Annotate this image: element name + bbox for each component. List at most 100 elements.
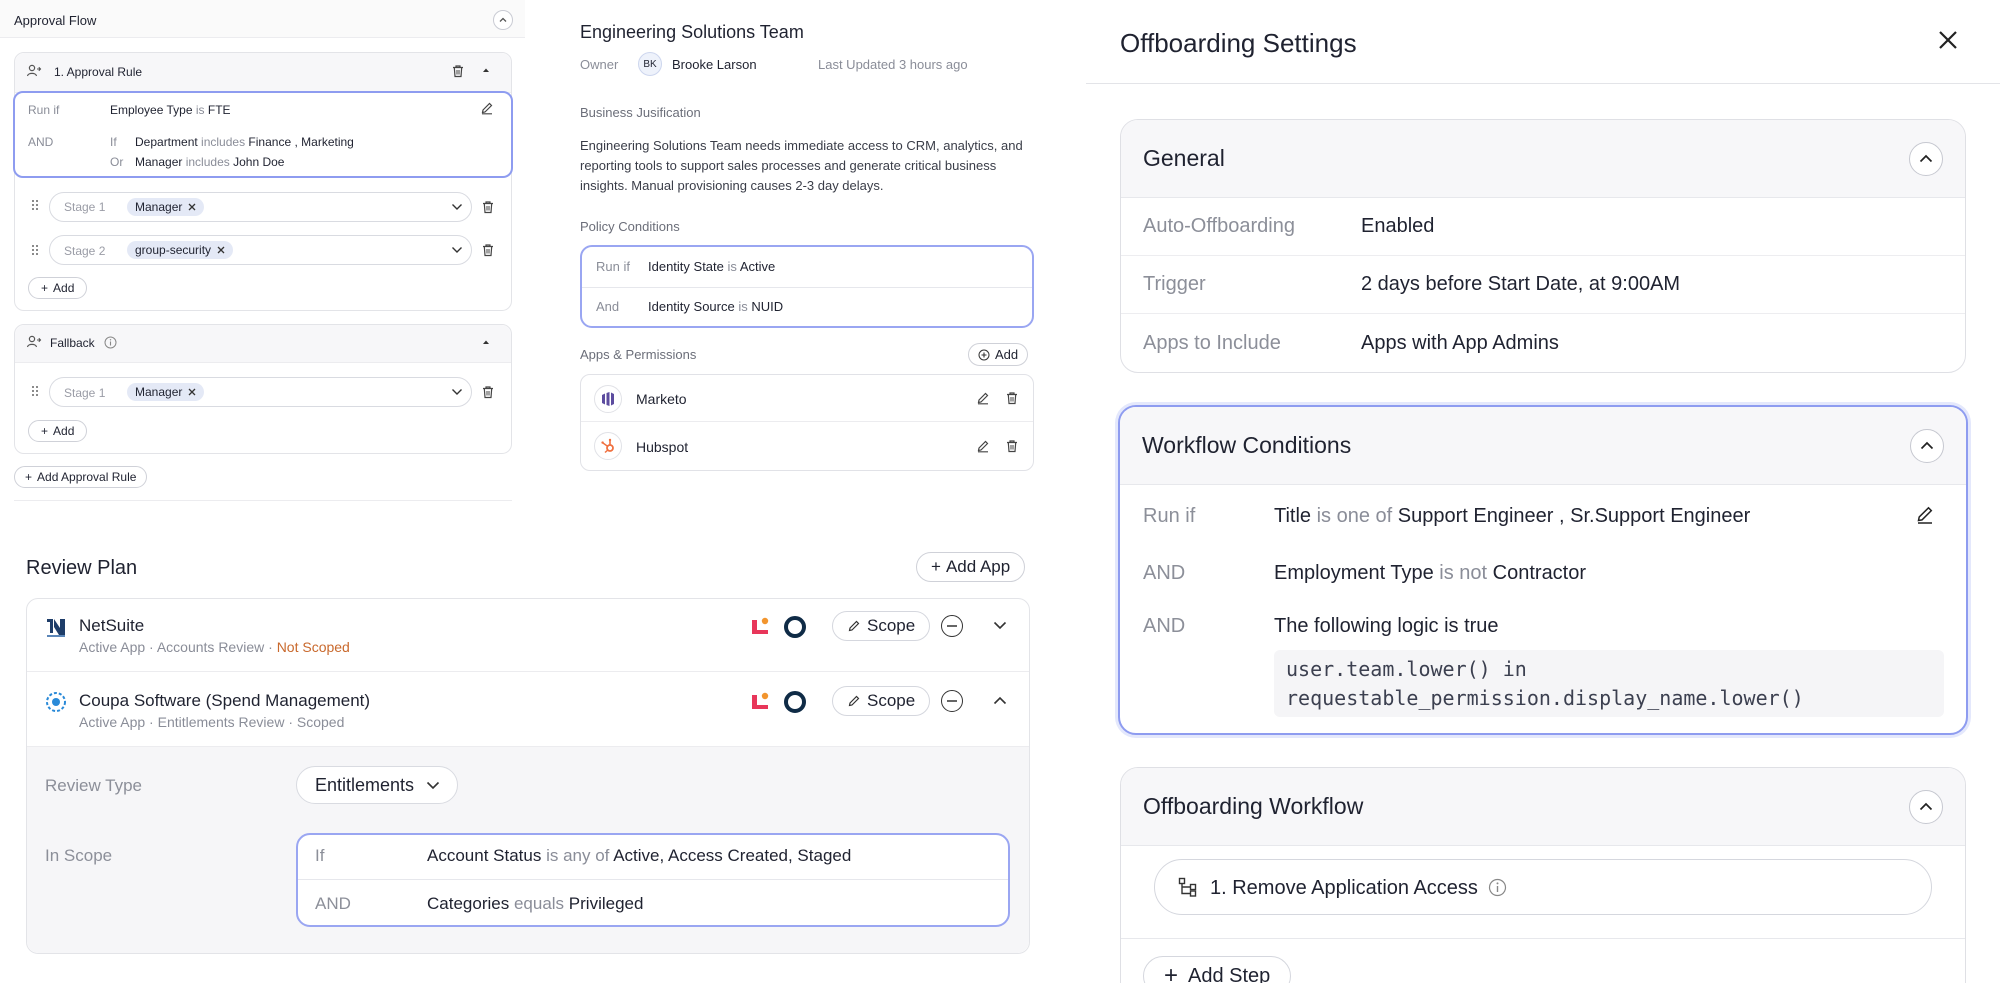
chip-label: Manager xyxy=(135,385,183,399)
trash-icon xyxy=(453,65,463,78)
add-step-label: Add Step xyxy=(1188,964,1271,983)
add-fallback-stage-button[interactable]: + Add xyxy=(28,420,88,442)
remove-app-button[interactable] xyxy=(941,690,963,712)
run-if-label: Run if xyxy=(1143,505,1196,527)
edit-condition-button[interactable] xyxy=(480,101,494,115)
condition-field: Identity Source xyxy=(648,299,735,314)
delete-app-button[interactable] xyxy=(1005,391,1019,405)
scope-button[interactable]: Scope xyxy=(832,611,931,641)
meta-separator: · xyxy=(149,639,154,655)
plus-icon: + xyxy=(1164,962,1179,983)
collapse-app-button[interactable] xyxy=(993,696,1007,705)
row-value: 2 days before Start Date, at 9:00AM xyxy=(1361,273,1681,295)
delete-stage-button[interactable] xyxy=(481,243,495,257)
condition-field: Categories xyxy=(427,894,510,913)
row-label: Apps to Include xyxy=(1143,331,1281,354)
pencil-icon xyxy=(977,440,989,453)
scope-button[interactable]: Scope xyxy=(832,686,931,716)
app-meta: Active App · Accounts Review · Not Scope… xyxy=(79,639,350,655)
delete-rule-button[interactable] xyxy=(451,64,465,78)
edit-app-button[interactable] xyxy=(976,439,990,453)
department-condition: Department includes Finance , Marketing xyxy=(135,135,354,149)
condition-value: NUID xyxy=(751,299,784,314)
condition-operator: is xyxy=(727,259,737,274)
add-label: Add xyxy=(53,281,75,295)
stage-2-select[interactable] xyxy=(49,235,472,265)
chevron-down-icon[interactable] xyxy=(451,203,463,211)
edit-condition-button[interactable] xyxy=(1915,505,1935,525)
chevron-down-icon[interactable] xyxy=(451,388,463,396)
add-approval-rule-button[interactable]: + Add Approval Rule xyxy=(14,466,148,488)
delete-stage-button[interactable] xyxy=(481,200,495,214)
condition-field: Employee Type xyxy=(110,103,193,117)
run-if-label: Run if xyxy=(28,103,60,117)
meta-separator: · xyxy=(149,714,154,730)
scope-condition: Categories equals Privileged xyxy=(427,894,643,914)
approver-chip: Manager xyxy=(127,198,205,216)
fallback-stage-select[interactable] xyxy=(49,377,472,407)
drag-handle-icon[interactable] xyxy=(31,385,39,397)
info-icon[interactable] xyxy=(1488,878,1507,897)
title-condition: Title is one of Support Engineer , Sr.Su… xyxy=(1274,505,1750,528)
stage-label: Stage 1 xyxy=(64,200,106,214)
delete-app-button[interactable] xyxy=(1005,439,1019,453)
condition-value: Privileged xyxy=(568,894,644,913)
add-stage-button[interactable]: + Add xyxy=(28,277,88,299)
code-line: user.team.lower() in xyxy=(1286,657,1527,681)
scope-label: AND xyxy=(315,894,351,913)
review-type: Accounts Review xyxy=(156,639,265,655)
close-icon xyxy=(1939,31,1957,49)
add-app-button[interactable]: + Add App xyxy=(916,552,1026,582)
plus-icon: + xyxy=(931,557,941,576)
delete-stage-button[interactable] xyxy=(481,385,495,399)
collapse-general-button[interactable] xyxy=(1909,141,1943,176)
collapse-fallback-button[interactable] xyxy=(481,338,491,346)
collapse-rule-button[interactable] xyxy=(481,66,491,74)
add-label: Add xyxy=(53,424,75,438)
condition-value: Finance xyxy=(248,135,292,149)
chip-label: group-security xyxy=(135,243,212,257)
marketo-logo-icon xyxy=(594,385,622,413)
divider xyxy=(298,879,1008,880)
drag-handle-icon[interactable] xyxy=(31,244,39,256)
collapse-workflow-button[interactable] xyxy=(1909,789,1943,824)
review-type-select[interactable]: Entitlements xyxy=(296,766,458,804)
add-app-permission-button[interactable]: Add xyxy=(968,343,1029,366)
drag-handle-icon[interactable] xyxy=(31,199,39,211)
lucid-logo-icon xyxy=(750,691,770,711)
add-step-button[interactable]: + Add Step xyxy=(1143,956,1292,983)
caret-up-icon xyxy=(483,340,489,344)
divider xyxy=(582,287,1032,288)
app-name: Marketo xyxy=(636,391,687,407)
remove-chip-icon[interactable] xyxy=(188,388,196,396)
close-button[interactable] xyxy=(1938,30,1958,50)
pencil-icon xyxy=(847,694,861,708)
okta-logo-icon xyxy=(784,616,806,638)
app-name: NetSuite xyxy=(79,616,145,635)
edit-app-button[interactable] xyxy=(976,391,990,405)
stage-1-select[interactable] xyxy=(49,192,472,222)
remove-app-button[interactable] xyxy=(941,615,963,637)
add-app-label: Add App xyxy=(945,557,1011,576)
review-type: Entitlements Review xyxy=(157,714,285,730)
auto-offboarding-row: Auto-Offboarding Enabled xyxy=(1121,198,1965,256)
meta-separator: · xyxy=(288,714,293,730)
collapse-approval-flow-button[interactable] xyxy=(493,10,513,30)
meta-separator: · xyxy=(268,639,273,655)
policy-label: And xyxy=(596,299,620,314)
stage-label: Stage 1 xyxy=(64,386,106,400)
remove-chip-icon[interactable] xyxy=(188,203,196,211)
collapse-conditions-button[interactable] xyxy=(1910,428,1944,463)
remove-chip-icon[interactable] xyxy=(217,246,225,254)
policy-condition: Identity Source is NUID xyxy=(648,299,783,314)
chevron-down-icon[interactable] xyxy=(451,246,463,254)
scope-label: Scope xyxy=(867,616,916,635)
info-icon[interactable] xyxy=(104,336,117,349)
minus-icon xyxy=(947,700,957,702)
condition-value: Support Engineer xyxy=(1397,505,1554,527)
hubspot-logo-icon xyxy=(594,432,622,460)
row-value: Apps with App Admins xyxy=(1361,331,1559,354)
expand-app-button[interactable] xyxy=(993,621,1007,630)
fallback-title: Fallback xyxy=(50,336,95,350)
scope-status: Scoped xyxy=(296,714,345,730)
